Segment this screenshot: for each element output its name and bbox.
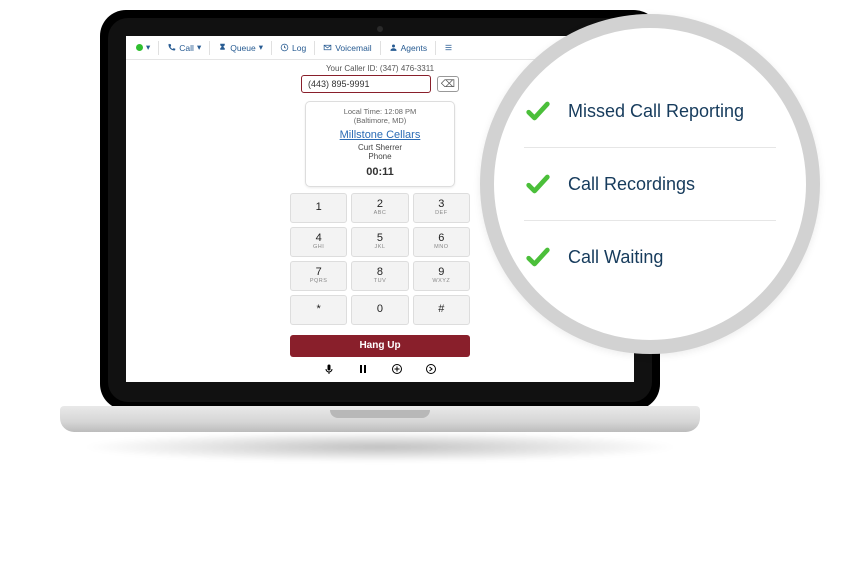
- call-label: Call: [179, 43, 194, 53]
- call-controls: [126, 363, 634, 378]
- keypad-key-#[interactable]: #: [413, 295, 470, 325]
- key-letters: ABC: [374, 210, 387, 216]
- person-icon: [389, 43, 398, 52]
- feature-label: Call Recordings: [568, 174, 695, 195]
- caller-id-value: (347) 476-3311: [380, 64, 434, 73]
- keypad-key-*[interactable]: *: [290, 295, 347, 325]
- key-letters: PQRS: [310, 278, 328, 284]
- chevron-down-icon: ▾: [259, 42, 263, 53]
- key-digit: 7: [316, 267, 322, 278]
- keypad-key-3[interactable]: 3DEF: [413, 193, 470, 223]
- keypad-key-9[interactable]: 9WXYZ: [413, 261, 470, 291]
- add-call-button[interactable]: [391, 363, 403, 378]
- feature-item: Call Waiting: [524, 220, 776, 293]
- laptop-base: [60, 406, 700, 432]
- keypad-key-2[interactable]: 2ABC: [351, 193, 408, 223]
- agents-label: Agents: [401, 43, 427, 53]
- laptop-shadow: [80, 432, 680, 462]
- call-timer: 00:11: [310, 166, 450, 178]
- voicemail-label: Voicemail: [335, 43, 371, 53]
- backspace-icon: ⌫: [441, 79, 455, 90]
- key-letters: WXYZ: [432, 278, 450, 284]
- call-menu[interactable]: Call ▾: [161, 40, 207, 55]
- check-icon: [524, 243, 552, 271]
- contact-info: Curt Sherrer Phone: [310, 144, 450, 162]
- hangup-button[interactable]: Hang Up: [290, 335, 470, 357]
- agents-menu[interactable]: Agents: [383, 41, 433, 55]
- dial-keypad: 12ABC3DEF4GHI5JKL6MNO7PQRS8TUV9WXYZ*0#: [290, 193, 470, 325]
- hourglass-icon: [218, 43, 227, 52]
- key-letters: MNO: [434, 244, 448, 250]
- list-icon: [444, 43, 453, 52]
- key-letters: DEF: [435, 210, 448, 216]
- feature-label: Missed Call Reporting: [568, 101, 744, 122]
- voicemail-menu[interactable]: Voicemail: [317, 41, 377, 55]
- log-label: Log: [292, 43, 306, 53]
- transfer-button[interactable]: [425, 363, 437, 378]
- key-digit: 3: [438, 199, 444, 210]
- active-call-card: Local Time: 12:08 PM (Baltimore, MD) Mil…: [305, 101, 455, 187]
- key-digit: 0: [377, 304, 383, 315]
- online-dot-icon: [136, 44, 143, 51]
- clock-icon: [280, 43, 289, 52]
- mute-button[interactable]: [323, 363, 335, 378]
- key-digit: 2: [377, 199, 383, 210]
- feature-callout: Missed Call Reporting Call Recordings Ca…: [480, 14, 820, 354]
- list-menu[interactable]: [438, 41, 459, 54]
- key-digit: 8: [377, 267, 383, 278]
- status-indicator[interactable]: ▾: [130, 40, 156, 55]
- local-time: Local Time: 12:08 PM (Baltimore, MD): [310, 108, 450, 125]
- webcam-dot: [377, 26, 383, 32]
- caller-id-label: Your Caller ID:: [326, 64, 378, 73]
- keypad-key-1[interactable]: 1: [290, 193, 347, 223]
- mail-icon: [323, 43, 332, 52]
- queue-label: Queue: [230, 43, 256, 53]
- key-digit: 1: [316, 202, 322, 213]
- check-icon: [524, 97, 552, 125]
- company-link[interactable]: Millstone Cellars: [310, 129, 450, 141]
- feature-item: Missed Call Reporting: [524, 75, 776, 147]
- key-letters: TUV: [374, 278, 387, 284]
- key-letters: JKL: [375, 244, 386, 250]
- check-icon: [524, 170, 552, 198]
- queue-menu[interactable]: Queue ▾: [212, 40, 269, 55]
- chevron-down-icon: ▾: [197, 42, 201, 53]
- backspace-button[interactable]: ⌫: [437, 76, 459, 92]
- keypad-key-4[interactable]: 4GHI: [290, 227, 347, 257]
- keypad-key-7[interactable]: 7PQRS: [290, 261, 347, 291]
- keypad-key-0[interactable]: 0: [351, 295, 408, 325]
- key-digit: 5: [377, 233, 383, 244]
- keypad-key-6[interactable]: 6MNO: [413, 227, 470, 257]
- chevron-down-icon: ▾: [146, 42, 150, 53]
- feature-label: Call Waiting: [568, 247, 663, 268]
- key-digit: #: [438, 304, 444, 315]
- log-menu[interactable]: Log: [274, 41, 312, 55]
- feature-item: Call Recordings: [524, 147, 776, 220]
- keypad-key-5[interactable]: 5JKL: [351, 227, 408, 257]
- phone-icon: [167, 43, 176, 52]
- key-digit: 6: [438, 233, 444, 244]
- key-digit: *: [317, 304, 321, 315]
- key-digit: 4: [316, 233, 322, 244]
- keypad-key-8[interactable]: 8TUV: [351, 261, 408, 291]
- dial-input[interactable]: [301, 75, 431, 93]
- key-letters: GHI: [313, 244, 324, 250]
- hold-button[interactable]: [357, 363, 369, 378]
- key-digit: 9: [438, 267, 444, 278]
